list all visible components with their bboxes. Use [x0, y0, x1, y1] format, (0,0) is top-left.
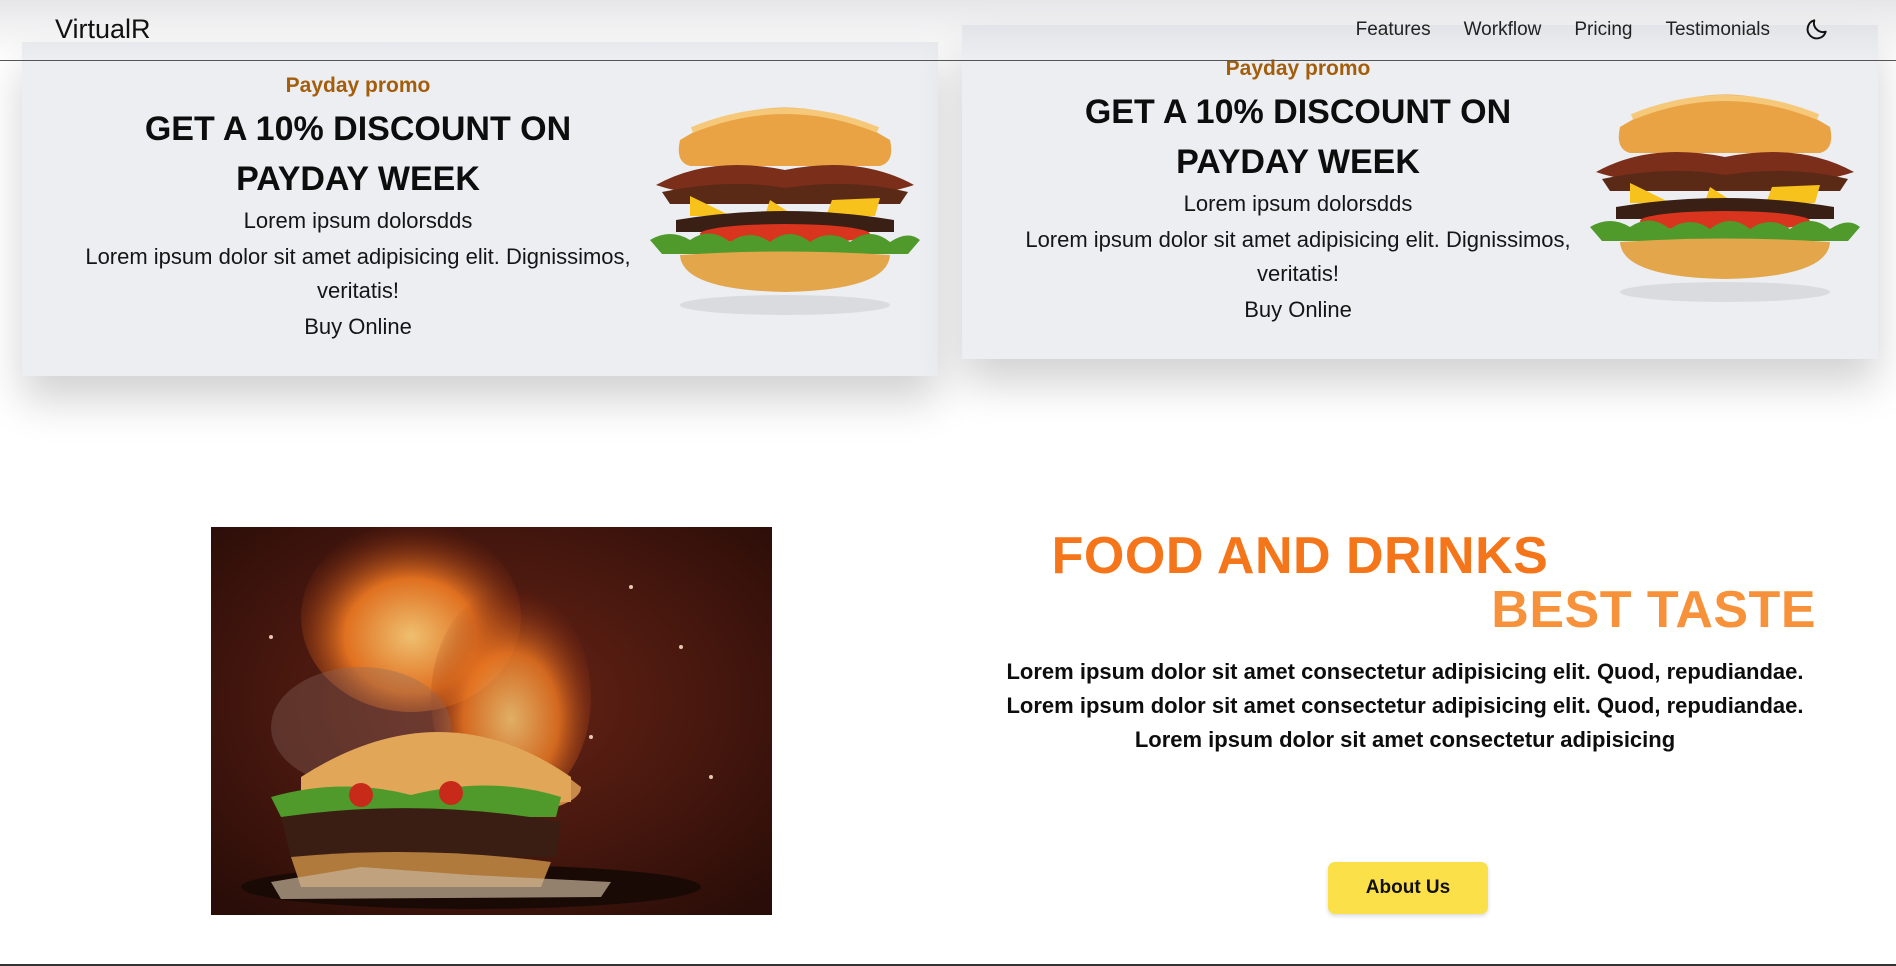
nav-link-workflow[interactable]: Workflow: [1464, 19, 1542, 41]
navbar: VirtualR Features Workflow Pricing Testi…: [0, 0, 1896, 61]
description-line: Lorem ipsum dolor sit amet consectetur a…: [1134, 727, 1676, 752]
promo-card: Payday promo GET A 10% DISCOUNT ON PAYDA…: [22, 42, 938, 376]
promo-text: Payday promo GET A 10% DISCOUNT ON PAYDA…: [58, 42, 658, 340]
promo-title-line1: GET A 10% DISCOUNT ON: [144, 110, 572, 148]
nav-link-testimonials[interactable]: Testimonials: [1665, 19, 1770, 41]
promo-title-line1: GET A 10% DISCOUNT ON: [1084, 93, 1512, 131]
description-line: Lorem ipsum dolor sit amet consectetur a…: [1006, 693, 1804, 718]
section-subtitle: BEST TASTE: [1491, 581, 1816, 639]
promo-card: Payday promo GET A 10% DISCOUNT ON PAYDA…: [962, 25, 1878, 359]
promo-title-line2: PAYDAY WEEK: [1176, 143, 1420, 181]
section-title: FOOD AND DRINKS: [1051, 527, 1549, 585]
promo-description: Lorem ipsum dolor sit amet adipisicing e…: [85, 244, 631, 303]
buy-online-link[interactable]: Buy Online: [1244, 297, 1352, 323]
description-line: Lorem ipsum dolor sit amet consectetur a…: [1006, 659, 1804, 684]
nav-link-pricing[interactable]: Pricing: [1574, 19, 1632, 41]
burger-image: [1590, 94, 1860, 302]
flaming-burger-image: [211, 527, 772, 915]
promo-subtitle: Lorem ipsum dolorsdds: [243, 208, 473, 233]
buy-online-link[interactable]: Buy Online: [304, 314, 412, 340]
nav-links: Features Workflow Pricing Testimonials: [1356, 19, 1770, 41]
promo-text: Payday promo GET A 10% DISCOUNT ON PAYDA…: [998, 25, 1598, 323]
section-description: Lorem ipsum dolor sit amet consectetur a…: [990, 655, 1820, 757]
promo-title: GET A 10% DISCOUNT ON PAYDAY WEEK: [998, 87, 1598, 187]
about-us-button[interactable]: About Us: [1328, 862, 1488, 914]
promo-description: Lorem ipsum dolor sit amet adipisicing e…: [1025, 227, 1571, 286]
promo-title-line2: PAYDAY WEEK: [236, 160, 480, 198]
moon-icon[interactable]: [1804, 16, 1830, 42]
burger-image: [650, 107, 920, 315]
promo-tag: Payday promo: [285, 74, 431, 97]
promo-title: GET A 10% DISCOUNT ON PAYDAY WEEK: [58, 104, 658, 204]
brand-logo[interactable]: VirtualR: [55, 14, 151, 45]
nav-link-features[interactable]: Features: [1356, 19, 1431, 41]
promo-subtitle: Lorem ipsum dolorsdds: [1183, 191, 1413, 216]
